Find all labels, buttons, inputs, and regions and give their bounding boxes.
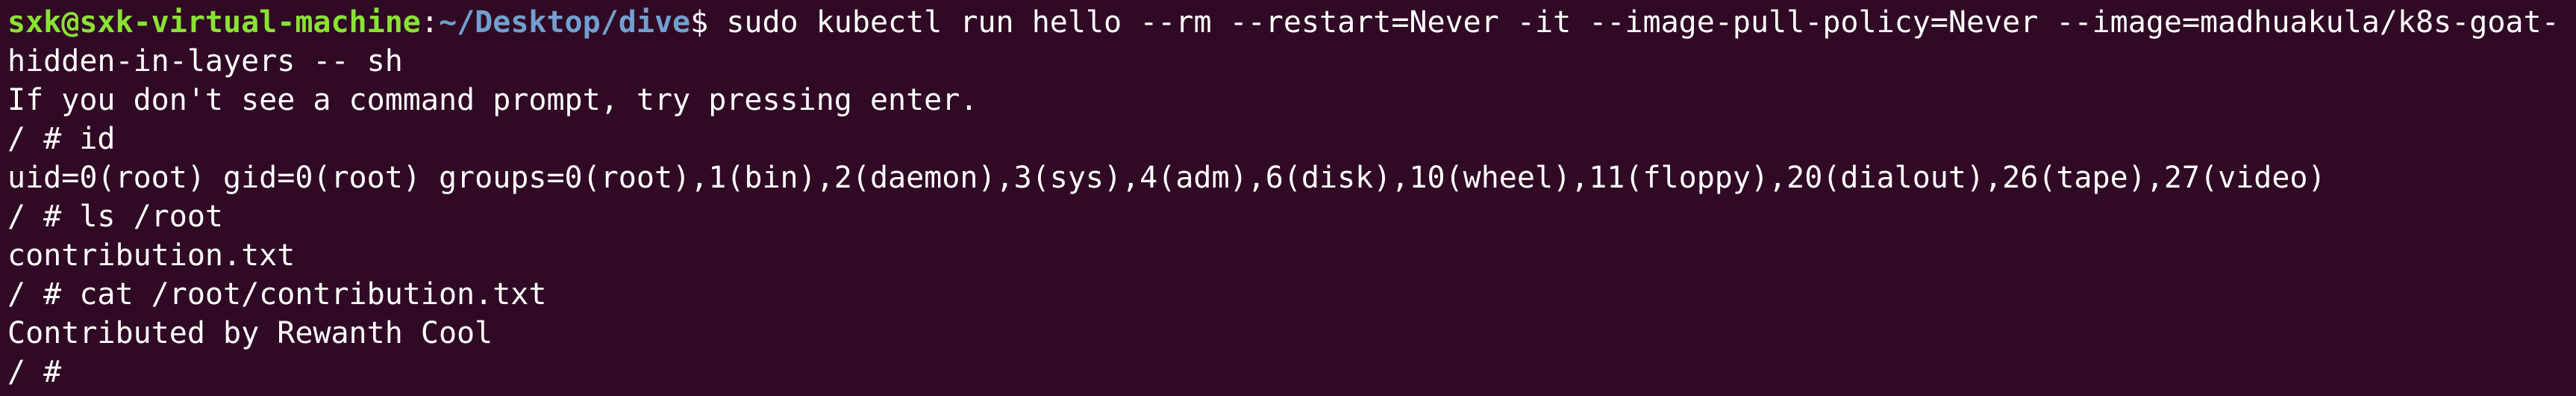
- shell-command-line: / # id: [7, 122, 116, 156]
- command-text: sudo kubectl run hello --rm --restart=Ne…: [726, 5, 2560, 40]
- output-line: uid=0(root) gid=0(root) groups=0(root),1…: [7, 161, 2326, 195]
- terminal-window[interactable]: sxk@sxk-virtual-machine:~/Desktop/dive$ …: [0, 0, 2576, 396]
- output-line: Contributed by Rewanth Cool: [7, 316, 493, 350]
- shell-command-line: / # ls /root: [7, 199, 223, 234]
- prompt-path: ~/Desktop/dive: [438, 5, 691, 40]
- shell-prompt-line[interactable]: / #: [7, 353, 2576, 392]
- output-line: If you don't see a command prompt, try p…: [7, 83, 978, 117]
- prompt-dollar: $: [690, 5, 727, 40]
- shell-prompt: / #: [7, 355, 80, 389]
- prompt-line: sxk@sxk-virtual-machine:~/Desktop/dive$ …: [7, 3, 2576, 42]
- shell-command-line: / # cat /root/contribution.txt: [7, 277, 547, 312]
- command-continuation: hidden-in-layers -- sh: [7, 44, 403, 78]
- output-line: contribution.txt: [7, 238, 296, 273]
- prompt-colon: :: [420, 5, 439, 40]
- text-cursor: [79, 355, 97, 388]
- prompt-user-host: sxk@sxk-virtual-machine: [7, 5, 421, 40]
